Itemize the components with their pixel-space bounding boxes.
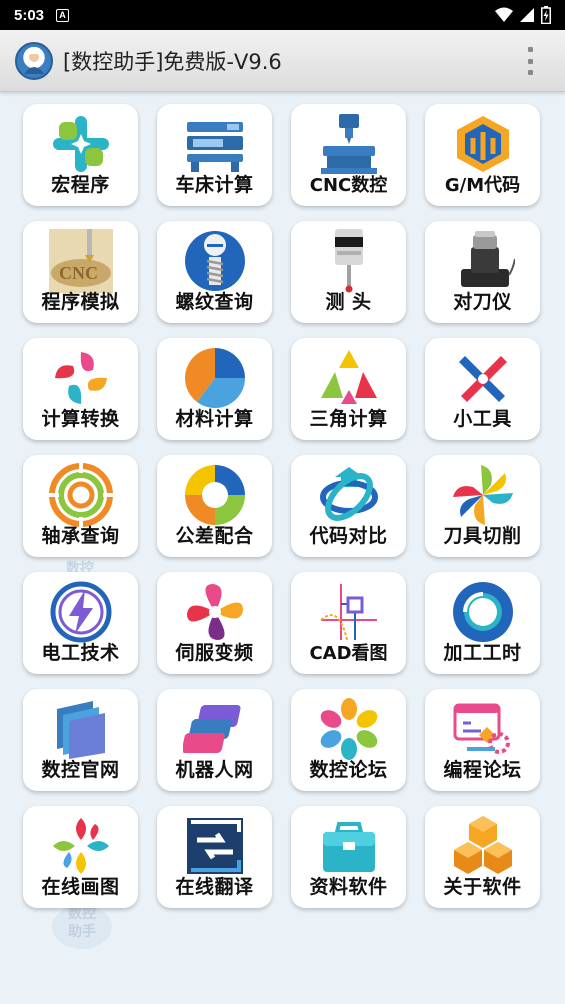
tile-toolbox[interactable]: 资料软件: [291, 806, 406, 908]
electric-icon: [49, 580, 113, 644]
watermark: 数控 助手: [52, 905, 112, 949]
tile-programming-forum[interactable]: 编程论坛: [425, 689, 540, 791]
thread-icon: [183, 229, 247, 293]
tile-label: 机器人网: [175, 759, 254, 781]
tile-label: 数控论坛: [309, 759, 388, 781]
tile-label: 在线翻译: [175, 876, 254, 898]
tile-compare[interactable]: 代码对比: [291, 455, 406, 557]
tile-label: 三角计算: [309, 408, 388, 430]
cnc-machine-icon: [317, 112, 381, 176]
programming-forum-icon: [451, 697, 515, 761]
bearing-icon: [48, 463, 113, 527]
tile-label: 车床计算: [175, 174, 254, 196]
tile-probe[interactable]: 测 头: [291, 221, 406, 323]
tile-bearing[interactable]: 轴承查询: [23, 455, 138, 557]
about-icon: [451, 814, 515, 878]
tile-label: 代码对比: [309, 525, 388, 547]
status-icons: [495, 6, 551, 24]
tile-tools[interactable]: 小工具: [425, 338, 540, 440]
tile-servo[interactable]: 伺服变频: [157, 572, 272, 674]
tolerance-icon: [183, 463, 247, 527]
forum-icon: [317, 697, 381, 761]
gm-code-icon: [451, 112, 515, 176]
tile-official-site[interactable]: 数控官网: [23, 689, 138, 791]
status-bar: 5:03 A: [0, 0, 565, 30]
work-hours-icon: [451, 580, 515, 644]
tile-label: 小工具: [453, 408, 512, 430]
material-pie-icon: [183, 346, 247, 410]
tile-electric[interactable]: 电工技术: [23, 572, 138, 674]
overflow-menu-icon[interactable]: [525, 47, 535, 75]
tile-label: 在线画图: [41, 876, 120, 898]
tile-label: 加工工时: [443, 642, 522, 664]
tile-cnc-machine[interactable]: CNC数控: [291, 104, 406, 206]
tile-label: 关于软件: [443, 876, 522, 898]
tile-label: 电工技术: [41, 642, 120, 664]
tile-label: 公差配合: [175, 525, 254, 547]
tile-conversion[interactable]: 计算转换: [23, 338, 138, 440]
tile-label: CNC数控: [309, 175, 388, 196]
app-logo-icon: [15, 41, 53, 80]
tile-forum[interactable]: 数控论坛: [291, 689, 406, 791]
app-title: [数控助手]免费版-V9.6: [63, 49, 282, 74]
servo-icon: [183, 580, 247, 644]
tile-online-draw[interactable]: 在线画图: [23, 806, 138, 908]
tile-label: 宏程序: [51, 174, 110, 196]
notification-icon: A: [56, 8, 70, 22]
program-simulation-icon: CNC: [48, 229, 113, 293]
tile-cutter[interactable]: 刀具切削: [425, 455, 540, 557]
app-bar: [数控助手]免费版-V9.6: [0, 30, 565, 92]
tile-label: 计算转换: [41, 408, 120, 430]
cad-icon: [317, 580, 381, 644]
tools-icon: [451, 346, 515, 410]
tile-label: 资料软件: [309, 876, 388, 898]
signal-icon: [520, 8, 534, 22]
tile-about[interactable]: 关于软件: [425, 806, 540, 908]
probe-icon: [317, 229, 381, 293]
macro-icon: [49, 112, 113, 176]
tile-thread[interactable]: 螺纹查询: [157, 221, 272, 323]
tile-work-hours[interactable]: 加工工时: [425, 572, 540, 674]
tile-label: 材料计算: [175, 408, 254, 430]
tile-label: 刀具切削: [443, 525, 522, 547]
compare-icon: [317, 463, 381, 527]
tile-label: 编程论坛: [443, 759, 522, 781]
conversion-icon: [49, 346, 113, 410]
tool-setter-icon: [451, 229, 515, 293]
tile-material-pie[interactable]: 材料计算: [157, 338, 272, 440]
tile-label: 程序模拟: [41, 291, 120, 313]
tile-cad[interactable]: CAD看图: [291, 572, 406, 674]
tile-tolerance[interactable]: 公差配合: [157, 455, 272, 557]
wifi-icon: [495, 7, 513, 22]
tile-label: 数控官网: [41, 759, 120, 781]
robot-icon: [182, 697, 247, 761]
status-time: 5:03: [14, 6, 45, 24]
tile-tool-setter[interactable]: 对刀仪: [425, 221, 540, 323]
tile-lathe[interactable]: 车床计算: [157, 104, 272, 206]
tile-label: 对刀仪: [453, 291, 512, 313]
tile-triangle[interactable]: 三角计算: [291, 338, 406, 440]
tile-label: CAD看图: [309, 643, 388, 664]
lathe-icon: [183, 112, 247, 176]
battery-icon: [541, 6, 551, 24]
tile-macro[interactable]: 宏程序: [23, 104, 138, 206]
triangle-icon: [317, 346, 381, 410]
official-site-icon: [49, 697, 113, 761]
tile-label: 测 头: [325, 291, 372, 313]
svg-text:CNC: CNC: [59, 263, 98, 283]
tile-translate[interactable]: 在线翻译: [157, 806, 272, 908]
tile-program-simulation[interactable]: CNC 程序模拟: [23, 221, 138, 323]
tile-label: 轴承查询: [41, 525, 120, 547]
tile-label: G/M代码: [444, 175, 521, 196]
tile-robot[interactable]: 机器人网: [157, 689, 272, 791]
toolbox-icon: [317, 814, 381, 878]
tile-gm-code[interactable]: G/M代码: [425, 104, 540, 206]
translate-icon: [183, 814, 247, 878]
tile-label: 伺服变频: [175, 642, 254, 664]
cutter-icon: [451, 463, 515, 527]
tile-label: 螺纹查询: [175, 291, 254, 313]
online-draw-icon: [49, 814, 113, 878]
